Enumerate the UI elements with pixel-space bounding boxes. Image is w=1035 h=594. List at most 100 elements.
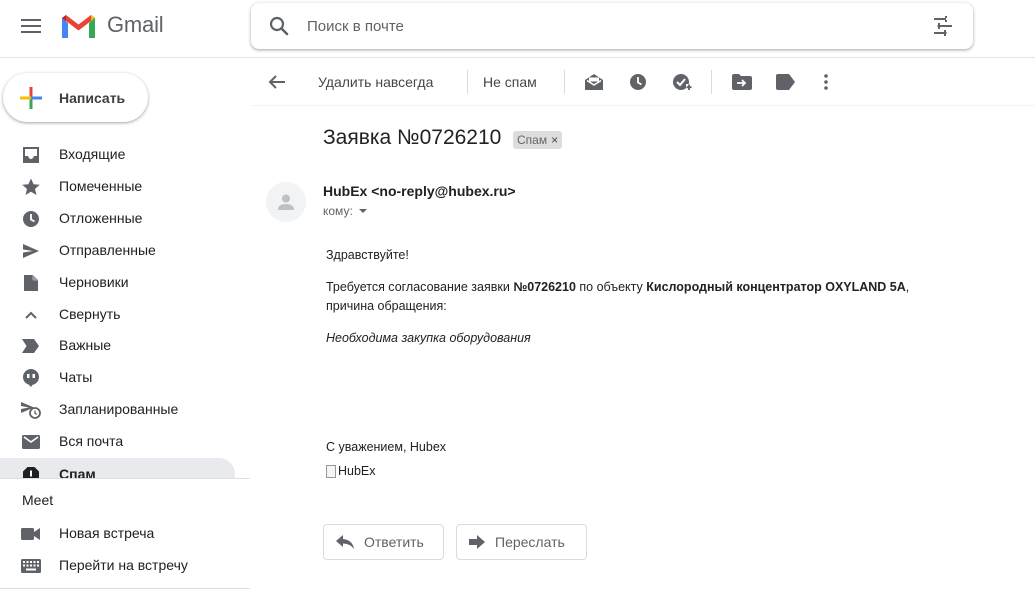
sidebar-item-inbox[interactable]: Входящие	[0, 138, 235, 170]
email-greeting: Здравствуйте!	[326, 248, 409, 262]
email-paragraph: Требуется согласование заявки №0726210 п…	[326, 278, 966, 316]
meet-join-meeting[interactable]: Перейти на встречу	[0, 549, 235, 581]
caret-down-icon	[358, 209, 367, 213]
email-signoff: С уважением, Hubex	[326, 440, 447, 454]
inbox-icon	[21, 145, 41, 165]
sidebar-item-label: Спам	[59, 466, 96, 478]
sidebar-item-snoozed[interactable]: Отложенные	[0, 202, 235, 234]
sender-avatar	[266, 182, 306, 222]
sidebar-item-starred[interactable]: Помеченные	[0, 170, 235, 202]
search-options-icon[interactable]	[931, 14, 955, 38]
reply-label: Ответить	[364, 534, 424, 550]
sidebar-item-label: Черновики	[59, 274, 129, 290]
sidebar-divider	[0, 588, 250, 589]
chevron-up-icon	[21, 305, 41, 325]
broken-image: HubEx	[326, 464, 376, 478]
email-text: Требуется согласование заявки	[326, 280, 514, 294]
sidebar-item-sent[interactable]: Отправленные	[0, 234, 235, 266]
remove-label-button[interactable]: ×	[551, 133, 558, 147]
toolbar-separator	[467, 70, 468, 94]
image-alt-text: HubEx	[338, 464, 376, 478]
sidebar-item-collapse[interactable]: Свернуть	[0, 298, 235, 330]
sidebar-divider	[0, 478, 250, 479]
request-reason: Необходима закупка оборудования	[326, 331, 531, 345]
delete-forever-button[interactable]: Удалить навсегда	[318, 66, 433, 98]
keyboard-icon	[21, 556, 41, 576]
toolbar-separator	[564, 70, 565, 94]
clock-icon	[21, 209, 41, 229]
forward-button[interactable]: Переслать	[456, 524, 587, 560]
labels-button[interactable]	[770, 66, 802, 98]
star-icon	[21, 177, 41, 197]
not-spam-button[interactable]: Не спам	[483, 66, 537, 98]
chat-icon	[21, 368, 41, 388]
recipient-details[interactable]: кому:	[323, 204, 367, 218]
forward-label: Переслать	[495, 534, 565, 550]
reply-icon	[336, 535, 354, 549]
search-icon[interactable]	[267, 14, 291, 38]
email-text: причина обращения:	[326, 299, 447, 313]
snooze-button[interactable]	[622, 66, 654, 98]
more-options-button[interactable]	[810, 66, 842, 98]
email-text: ,	[905, 280, 910, 294]
mark-as-read-button[interactable]	[578, 66, 610, 98]
sidebar-item-label: Вся почта	[59, 433, 124, 449]
broken-image-icon	[326, 464, 336, 478]
sidebar-item-label: Отложенные	[59, 210, 143, 226]
sidebar-item-important[interactable]: Важные	[0, 329, 235, 361]
sidebar-item-drafts[interactable]: Черновики	[0, 266, 235, 298]
compose-plus-icon	[20, 86, 42, 109]
search-input[interactable]	[307, 14, 907, 38]
add-to-tasks-button[interactable]	[666, 66, 698, 98]
delete-forever-label: Удалить навсегда	[318, 74, 434, 90]
email-subject: Заявка №0726210	[323, 126, 502, 149]
sidebar-item-label: Помеченные	[59, 178, 143, 194]
meet-new-meeting-label: Новая встреча	[59, 525, 155, 541]
object-name: Кислородный концентратор OXYLAND 5A	[646, 280, 906, 294]
compose-label: Написать	[59, 89, 126, 106]
sidebar-item-label: Свернуть	[59, 306, 121, 322]
mail-icon	[21, 432, 41, 452]
gmail-logo[interactable]: Gmail	[60, 11, 164, 39]
mark-email-read-icon	[585, 74, 603, 90]
sender-name: HubEx <no-reply@hubex.ru>	[323, 183, 516, 199]
move-to-folder-icon	[732, 74, 752, 90]
arrow-back-icon	[268, 75, 285, 89]
meet-section-title: Meet	[22, 492, 54, 508]
videocam-icon	[21, 524, 41, 544]
clock-icon	[630, 74, 646, 90]
sidebar-item-spam[interactable]: Спам	[0, 458, 235, 478]
sidebar-item-scheduled[interactable]: Запланированные	[0, 393, 235, 425]
recipient-label: кому:	[323, 204, 353, 218]
scheduled-send-icon	[21, 400, 41, 420]
email-text: по объекту	[575, 280, 647, 294]
spam-label-text: Спам	[517, 133, 548, 147]
meet-new-meeting[interactable]: Новая встреча	[0, 517, 235, 549]
compose-button[interactable]: Написать	[3, 73, 148, 122]
meet-join-meeting-label: Перейти на встречу	[59, 557, 188, 573]
sidebar-item-all-mail[interactable]: Вся почта	[0, 425, 235, 457]
spam-icon	[21, 465, 41, 478]
sidebar-nav: Входящие Помеченные Отложенные Отправлен…	[0, 138, 250, 478]
sidebar-item-label: Входящие	[59, 146, 126, 162]
move-to-button[interactable]	[726, 66, 758, 98]
person-icon	[278, 194, 294, 210]
request-number: №0726210	[513, 280, 576, 294]
not-spam-label: Не спам	[483, 74, 537, 90]
spam-label-badge: Спам ×	[513, 131, 563, 149]
sidebar-item-chats[interactable]: Чаты	[0, 361, 235, 393]
toolbar-separator	[711, 70, 712, 94]
send-icon	[21, 241, 41, 261]
main-menu-button[interactable]	[13, 8, 49, 44]
gmail-m-icon	[62, 15, 95, 38]
forward-icon	[469, 535, 485, 549]
reply-button[interactable]: Ответить	[323, 524, 444, 560]
sidebar-item-label: Чаты	[59, 369, 93, 385]
app-name: Gmail	[107, 12, 164, 37]
hamburger-menu-icon	[21, 19, 41, 33]
search-bar	[251, 3, 973, 49]
label-icon	[776, 74, 795, 90]
label-important-icon	[21, 336, 41, 356]
back-button[interactable]	[261, 66, 293, 98]
draft-icon	[21, 273, 41, 293]
